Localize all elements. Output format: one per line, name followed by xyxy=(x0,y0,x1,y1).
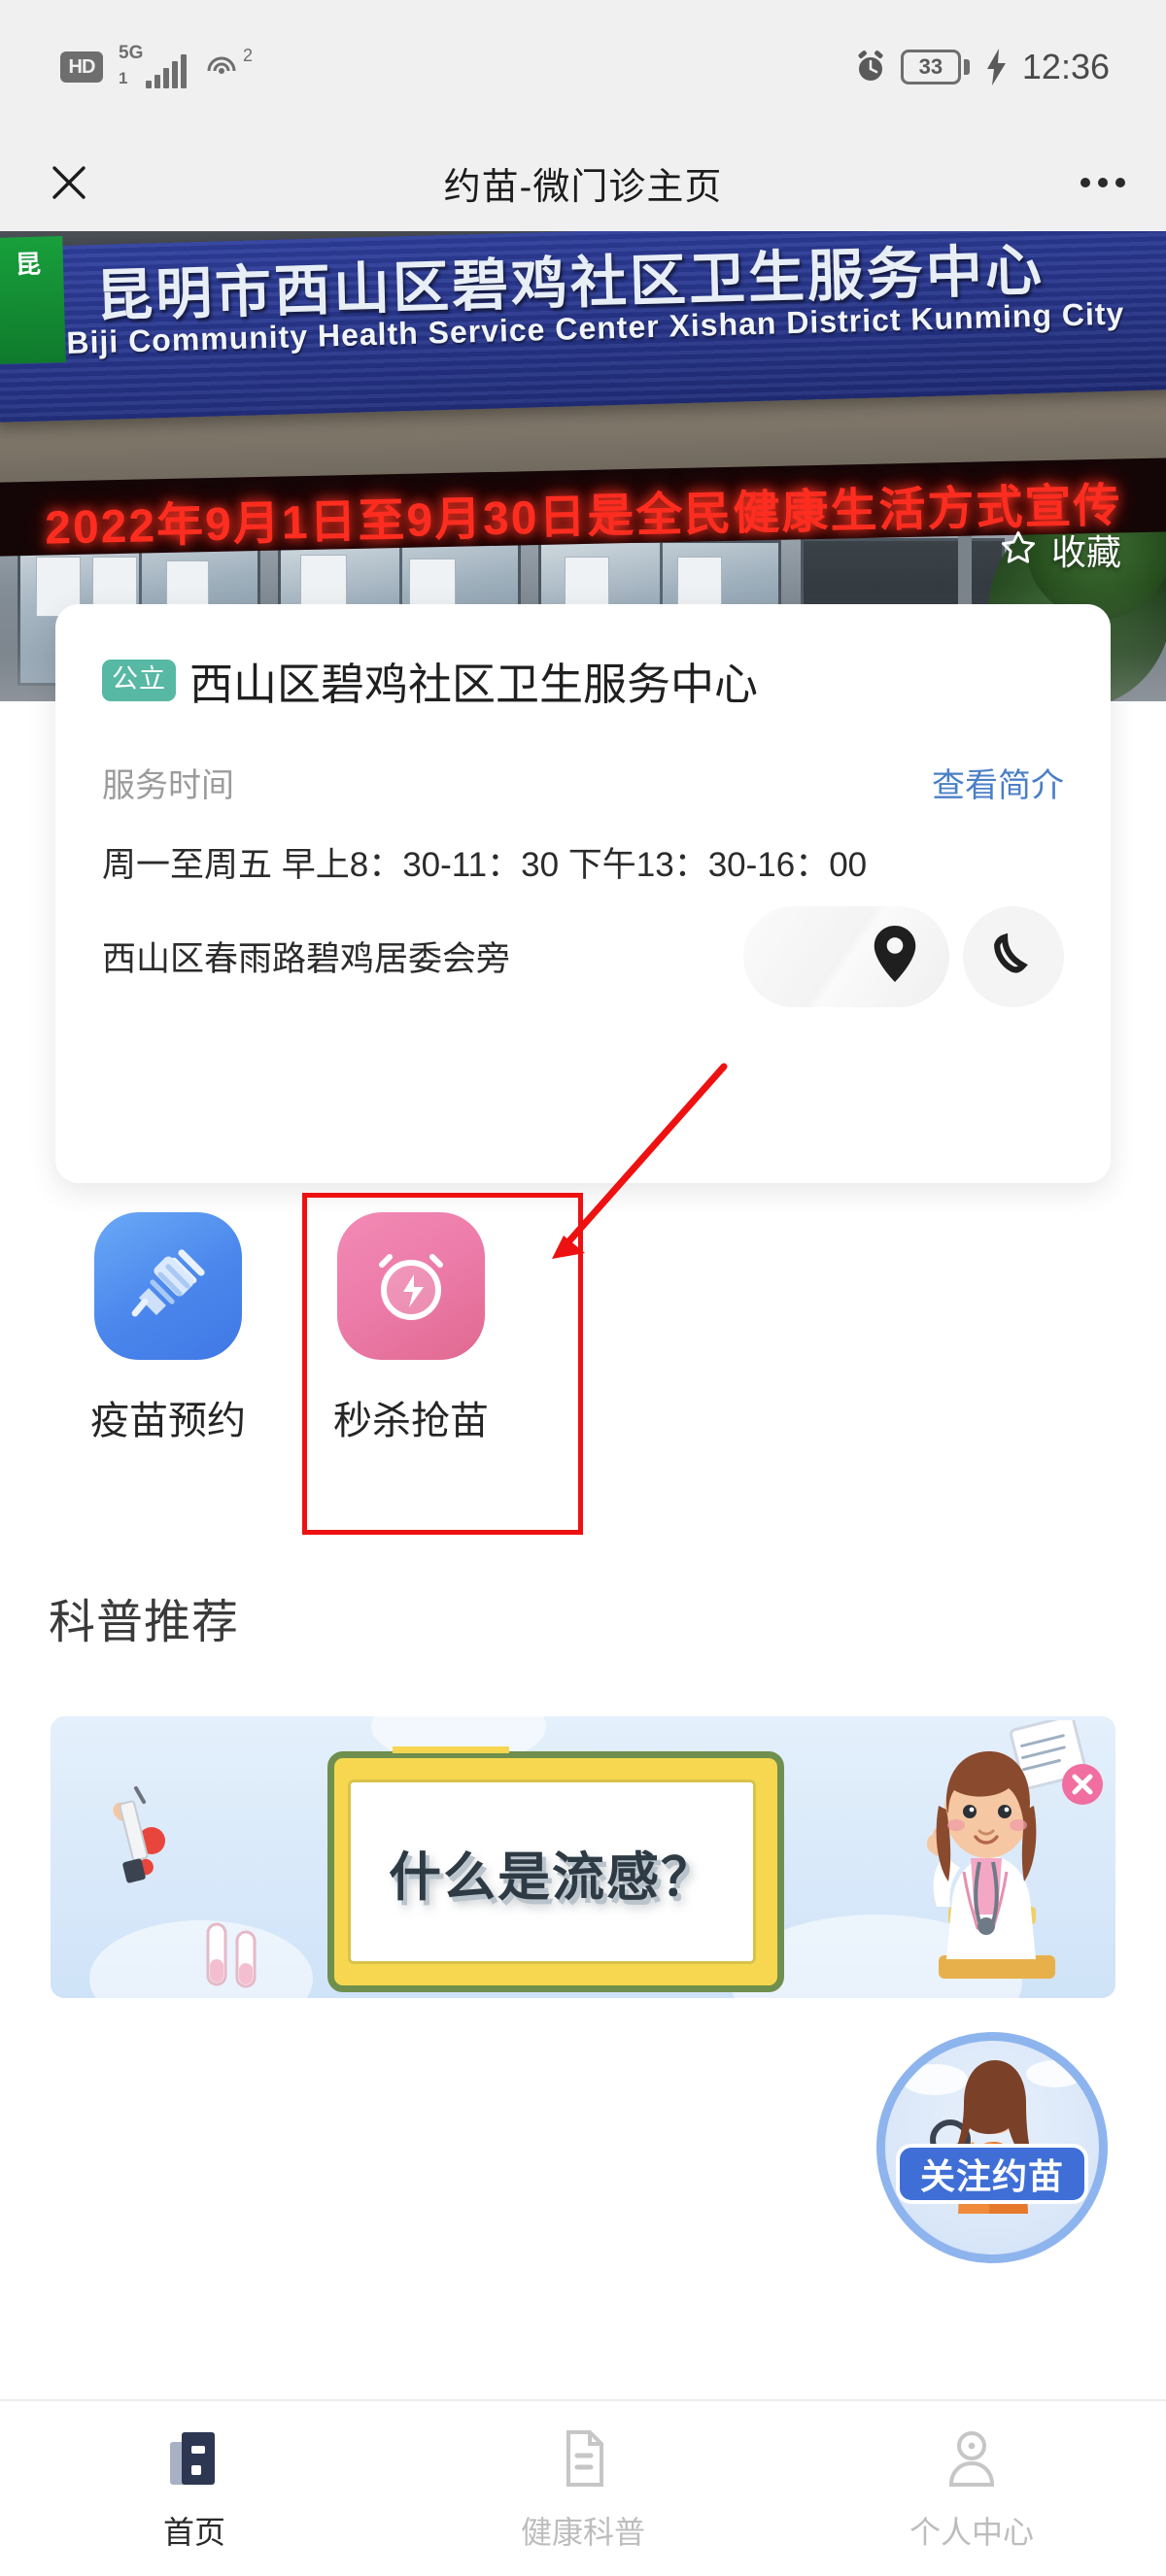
signal-strength-bars xyxy=(146,54,187,88)
clock-label: 12:36 xyxy=(1021,47,1110,86)
battery-level-label: 33 xyxy=(900,50,961,85)
document-icon xyxy=(553,2424,613,2492)
tab-label: 健康科普 xyxy=(520,2515,645,2550)
whiteboard: 什么是流感？ xyxy=(327,1746,784,1992)
green-logo-plate: 昆 xyxy=(0,236,66,364)
favorite-label: 收藏 xyxy=(1050,532,1121,572)
clinic-name: 西山区碧鸡社区卫生服务中心 xyxy=(189,660,759,709)
phone-screen: HD 5G 1 2 33 12:36 约苗-微门诊主页 2022年9月1日至9月… xyxy=(0,0,1166,2576)
nav-bar: 约苗-微门诊主页 xyxy=(0,134,1166,231)
quick-action-grid: 疫苗预约 秒杀抢苗 xyxy=(0,1212,1166,1533)
status-bar-left: HD 5G 1 2 xyxy=(60,43,253,88)
action-vaccine-appointment[interactable]: 疫苗预约 xyxy=(47,1212,290,1533)
tab-label: 首页 xyxy=(162,2515,225,2550)
status-badge: 公立 xyxy=(102,660,176,701)
person-icon xyxy=(942,2424,1002,2492)
phone-icon xyxy=(990,931,1037,982)
bottom-tab-bar: 首页 健康科普 个人中心 xyxy=(0,2399,1166,2576)
follow-youmiao-badge[interactable]: 关注约苗 xyxy=(876,2032,1108,2263)
battery-cap xyxy=(963,59,970,75)
hotspot-icon: 2 xyxy=(204,46,253,85)
alarm-flash-icon xyxy=(337,1212,485,1360)
hotspot-count-label: 2 xyxy=(242,46,253,65)
action-label: 疫苗预约 xyxy=(90,1400,246,1442)
alarm-clock-icon xyxy=(854,51,887,84)
hd-icon: HD xyxy=(60,51,103,83)
service-hours-header: 服务时间 查看简介 xyxy=(102,759,1064,806)
signal-bars-icon: 5G 1 xyxy=(117,43,187,88)
green-logo-text: 昆 xyxy=(15,249,42,280)
battery-icon: 33 xyxy=(900,50,970,85)
science-banner[interactable]: 什么是流感？ xyxy=(51,1716,1115,1998)
section-title-science: 科普推荐 xyxy=(49,1597,240,1648)
doctor-character xyxy=(878,1726,1082,1998)
badge-pill: 关注约苗 xyxy=(896,2144,1088,2204)
more-options-icon[interactable] xyxy=(1080,178,1125,187)
page-title: 约苗-微门诊主页 xyxy=(443,166,723,208)
home-icon xyxy=(164,2424,224,2492)
status-bar: HD 5G 1 2 33 12:36 xyxy=(0,0,1166,134)
syringe-icon xyxy=(101,1784,189,1901)
badge-label: 关注约苗 xyxy=(919,2156,1064,2196)
charging-bolt-icon xyxy=(983,49,1009,85)
tab-label: 个人中心 xyxy=(909,2515,1034,2550)
syringe-icon xyxy=(94,1212,242,1360)
whiteboard-surface: 什么是流感？ xyxy=(348,1779,756,1964)
tab-health-science[interactable]: 健康科普 xyxy=(389,2424,777,2553)
phone-button[interactable] xyxy=(963,905,1064,1007)
clinic-name-row: 公立 西山区碧鸡社区卫生服务中心 xyxy=(102,649,1064,712)
service-hours-value: 周一至周五 早上8：30-11：30 下午13：30-16：00 xyxy=(102,846,868,884)
view-intro-link[interactable]: 查看简介 xyxy=(932,759,1064,806)
action-flash-sale-vaccine[interactable]: 秒杀抢苗 xyxy=(290,1212,532,1533)
map-button[interactable] xyxy=(743,905,949,1007)
network-sub-label: 1 xyxy=(119,69,128,87)
location-pin-icon xyxy=(870,926,920,987)
status-bar-right: 33 12:36 xyxy=(854,47,1110,87)
address-row: 西山区春雨路碧鸡居委会旁 xyxy=(102,905,1064,1007)
favorite-button[interactable]: 收藏 xyxy=(999,525,1121,575)
clinic-sign-board: 昆明市西山区碧鸡社区卫生服务中心 Biji Community Health S… xyxy=(0,231,1166,423)
action-label: 秒杀抢苗 xyxy=(333,1400,489,1442)
close-icon[interactable] xyxy=(41,154,97,211)
test-tube-icon xyxy=(194,1915,282,1998)
service-hours-label: 服务时间 xyxy=(102,767,234,804)
star-outline-icon xyxy=(999,528,1038,572)
tab-home[interactable]: 首页 xyxy=(0,2424,389,2553)
science-banner-text: 什么是流感？ xyxy=(389,1847,715,1907)
network-type-label: 5G xyxy=(119,43,144,63)
tab-profile[interactable]: 个人中心 xyxy=(777,2424,1166,2553)
clinic-info-card: 公立 西山区碧鸡社区卫生服务中心 服务时间 查看简介 周一至周五 早上8：30-… xyxy=(55,604,1111,1183)
